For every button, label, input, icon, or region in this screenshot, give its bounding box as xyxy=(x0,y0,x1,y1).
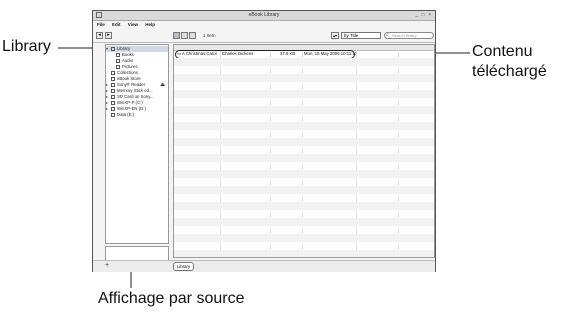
library-icon xyxy=(111,46,115,51)
toolbar: ◂ ▸ 1 Item ▴▾ by Title ⌕ Search library xyxy=(93,29,435,43)
sidebar-item-label: Books xyxy=(122,52,134,57)
window-controls[interactable]: _ □ × xyxy=(416,11,433,20)
sidebar-item-label: Memory Stick ed... xyxy=(117,88,153,93)
sidebar-item-label: Audio xyxy=(122,58,133,63)
drive-icon xyxy=(111,112,115,117)
books-icon xyxy=(116,52,120,57)
sidebar: ▾ Library Books Audio Pictures Collection… xyxy=(105,44,169,244)
menu-bar: File Edit View Help xyxy=(93,21,435,28)
empty-row xyxy=(174,90,434,98)
audio-icon xyxy=(116,58,120,63)
empty-row xyxy=(174,58,434,66)
pictures-icon xyxy=(116,64,120,69)
sidebar-item-label: WinXP-P (C:) xyxy=(117,100,143,105)
sort-by-select[interactable]: by Title xyxy=(341,32,381,39)
empty-row xyxy=(174,154,434,162)
empty-row xyxy=(174,146,434,154)
app-window: eBook Library _ □ × File Edit View Help … xyxy=(92,10,436,272)
items-count: 1 Item xyxy=(203,33,216,38)
sidebar-item-label: SD Card on Sony... xyxy=(117,94,154,99)
back-button[interactable]: ◂ xyxy=(96,32,103,39)
empty-row xyxy=(174,74,434,82)
forward-button[interactable]: ▸ xyxy=(105,32,112,39)
empty-row xyxy=(174,218,434,226)
store-icon xyxy=(111,76,115,81)
empty-row xyxy=(174,138,434,146)
empty-row xyxy=(174,242,434,250)
empty-row xyxy=(174,130,434,138)
menu-edit[interactable]: Edit xyxy=(112,22,121,27)
sidebar-item-label: Library xyxy=(117,46,131,51)
sidebar-item-label: Collections xyxy=(117,70,139,75)
drive-icon xyxy=(111,100,115,105)
menu-view[interactable]: View xyxy=(128,22,138,27)
empty-row xyxy=(174,178,434,186)
menu-file[interactable]: File xyxy=(97,22,105,27)
empty-row xyxy=(174,106,434,114)
empty-row xyxy=(174,82,434,90)
memory-stick-icon xyxy=(111,88,115,93)
empty-row xyxy=(174,66,434,74)
view-list-button[interactable] xyxy=(181,32,188,39)
drive-icon xyxy=(111,106,115,111)
empty-row xyxy=(174,170,434,178)
sd-card-icon xyxy=(111,94,115,99)
search-icon: ⌕ xyxy=(386,32,389,38)
empty-row xyxy=(174,210,434,218)
empty-row xyxy=(174,234,434,242)
empty-row xyxy=(174,122,434,130)
empty-row xyxy=(174,162,434,170)
view-thumbnails-button[interactable] xyxy=(173,32,180,39)
menu-help[interactable]: Help xyxy=(145,22,155,27)
sidebar-item-label: WinXP-EN (D:) xyxy=(117,106,146,111)
empty-row xyxy=(174,202,434,210)
library-tab[interactable]: Library xyxy=(173,262,195,271)
content-list: ▭ A Christmas Carol Charles Dickens 37.6… xyxy=(173,44,435,258)
sidebar-item-label: Sony® Reader xyxy=(117,82,146,87)
empty-row xyxy=(174,250,434,257)
sidebar-item-drive-e[interactable]: Data (E:) xyxy=(106,112,168,118)
search-placeholder: Search library xyxy=(392,33,417,38)
sidebar-item-label: eBook Store xyxy=(117,76,141,81)
title-bar: eBook Library _ □ × xyxy=(93,11,435,21)
empty-row xyxy=(174,114,434,122)
search-input[interactable]: ⌕ Search library xyxy=(384,32,434,39)
sidebar-item-label: Data (E:) xyxy=(117,112,135,117)
sort-order-button[interactable]: ▴▾ xyxy=(331,32,339,39)
reader-icon xyxy=(111,82,115,87)
collections-icon xyxy=(111,70,115,75)
bottom-bar: + Library xyxy=(93,260,435,272)
empty-row xyxy=(174,226,434,234)
empty-row xyxy=(174,194,434,202)
empty-row xyxy=(174,98,434,106)
view-details-button[interactable] xyxy=(189,32,196,39)
empty-row xyxy=(174,186,434,194)
window-title: eBook Library xyxy=(248,12,280,18)
sidebar-item-label: Pictures xyxy=(122,64,138,69)
add-button[interactable]: + xyxy=(105,262,111,269)
